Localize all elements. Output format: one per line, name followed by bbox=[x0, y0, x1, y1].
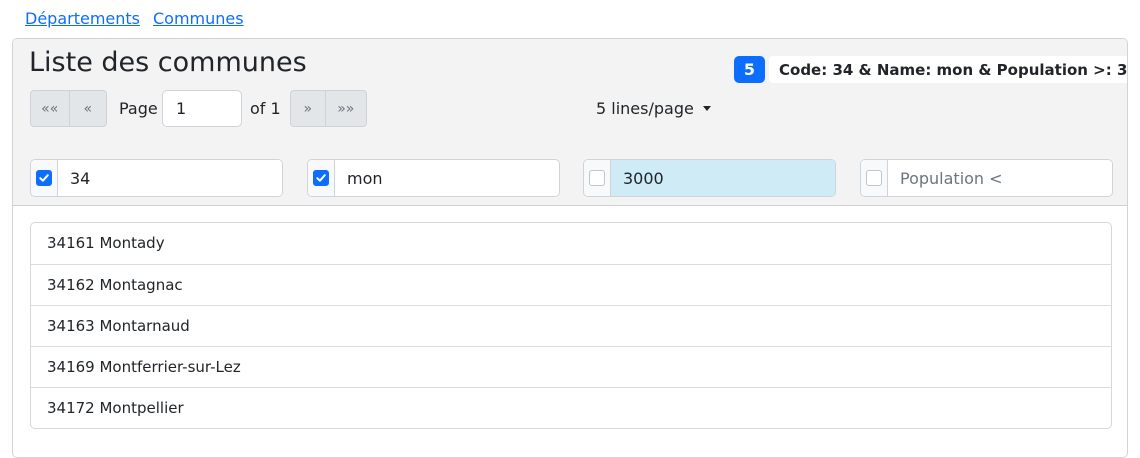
last-page-button[interactable]: »» bbox=[324, 91, 366, 126]
result-count-badge: 5 bbox=[734, 56, 765, 83]
nav-link-departements[interactable]: Départements bbox=[25, 9, 140, 28]
population-min-filter bbox=[583, 159, 836, 197]
list-item[interactable]: 34169 Montferrier-sur-Lez bbox=[31, 346, 1111, 387]
name-filter-input[interactable] bbox=[335, 160, 559, 196]
first-page-button[interactable]: «« bbox=[31, 91, 69, 126]
lines-per-page-label: 5 lines/page bbox=[596, 99, 694, 118]
filter-summary-text: Code: 34 & Name: mon & Population >: 300… bbox=[769, 56, 1127, 83]
population-min-input[interactable] bbox=[611, 160, 835, 196]
code-filter-toggle[interactable] bbox=[31, 160, 58, 196]
population-max-filter-toggle[interactable] bbox=[861, 160, 888, 196]
list-item[interactable]: 34162 Montagnac bbox=[31, 264, 1111, 305]
list-item[interactable]: 34163 Montarnaud bbox=[31, 305, 1111, 346]
checkbox-checked-icon bbox=[36, 170, 52, 186]
prev-page-button[interactable]: « bbox=[68, 91, 107, 126]
page-title: Liste des communes bbox=[29, 47, 307, 78]
communes-card: Liste des communes 5 Code: 34 & Name: mo… bbox=[12, 38, 1128, 458]
population-max-input[interactable] bbox=[888, 160, 1112, 196]
caret-down-icon bbox=[702, 106, 711, 111]
name-filter bbox=[307, 159, 560, 197]
population-min-filter-toggle[interactable] bbox=[584, 160, 611, 196]
communes-list: 34161 Montady 34162 Montagnac 34163 Mont… bbox=[30, 222, 1112, 429]
nav-link-communes[interactable]: Communes bbox=[153, 9, 244, 28]
next-page-button[interactable]: » bbox=[291, 91, 325, 126]
pager-prev-group: «« « bbox=[30, 90, 107, 127]
page-count-label: of 1 bbox=[250, 99, 281, 118]
code-filter bbox=[30, 159, 283, 197]
list-item[interactable]: 34161 Montady bbox=[31, 223, 1111, 264]
lines-per-page-dropdown[interactable]: 5 lines/page bbox=[596, 99, 711, 118]
population-max-filter bbox=[860, 159, 1113, 197]
pager-next-group: » »» bbox=[290, 90, 367, 127]
filter-summary: 5 Code: 34 & Name: mon & Population >: 3… bbox=[734, 56, 1127, 83]
code-filter-input[interactable] bbox=[58, 160, 282, 196]
checkbox-checked-icon bbox=[313, 170, 329, 186]
name-filter-toggle[interactable] bbox=[308, 160, 335, 196]
page-label: Page bbox=[119, 99, 158, 118]
list-item[interactable]: 34172 Montpellier bbox=[31, 387, 1111, 428]
card-header: Liste des communes 5 Code: 34 & Name: mo… bbox=[13, 39, 1127, 206]
page-number-input[interactable] bbox=[162, 90, 242, 127]
checkbox-unchecked-icon bbox=[866, 170, 882, 186]
checkbox-unchecked-icon bbox=[589, 170, 605, 186]
